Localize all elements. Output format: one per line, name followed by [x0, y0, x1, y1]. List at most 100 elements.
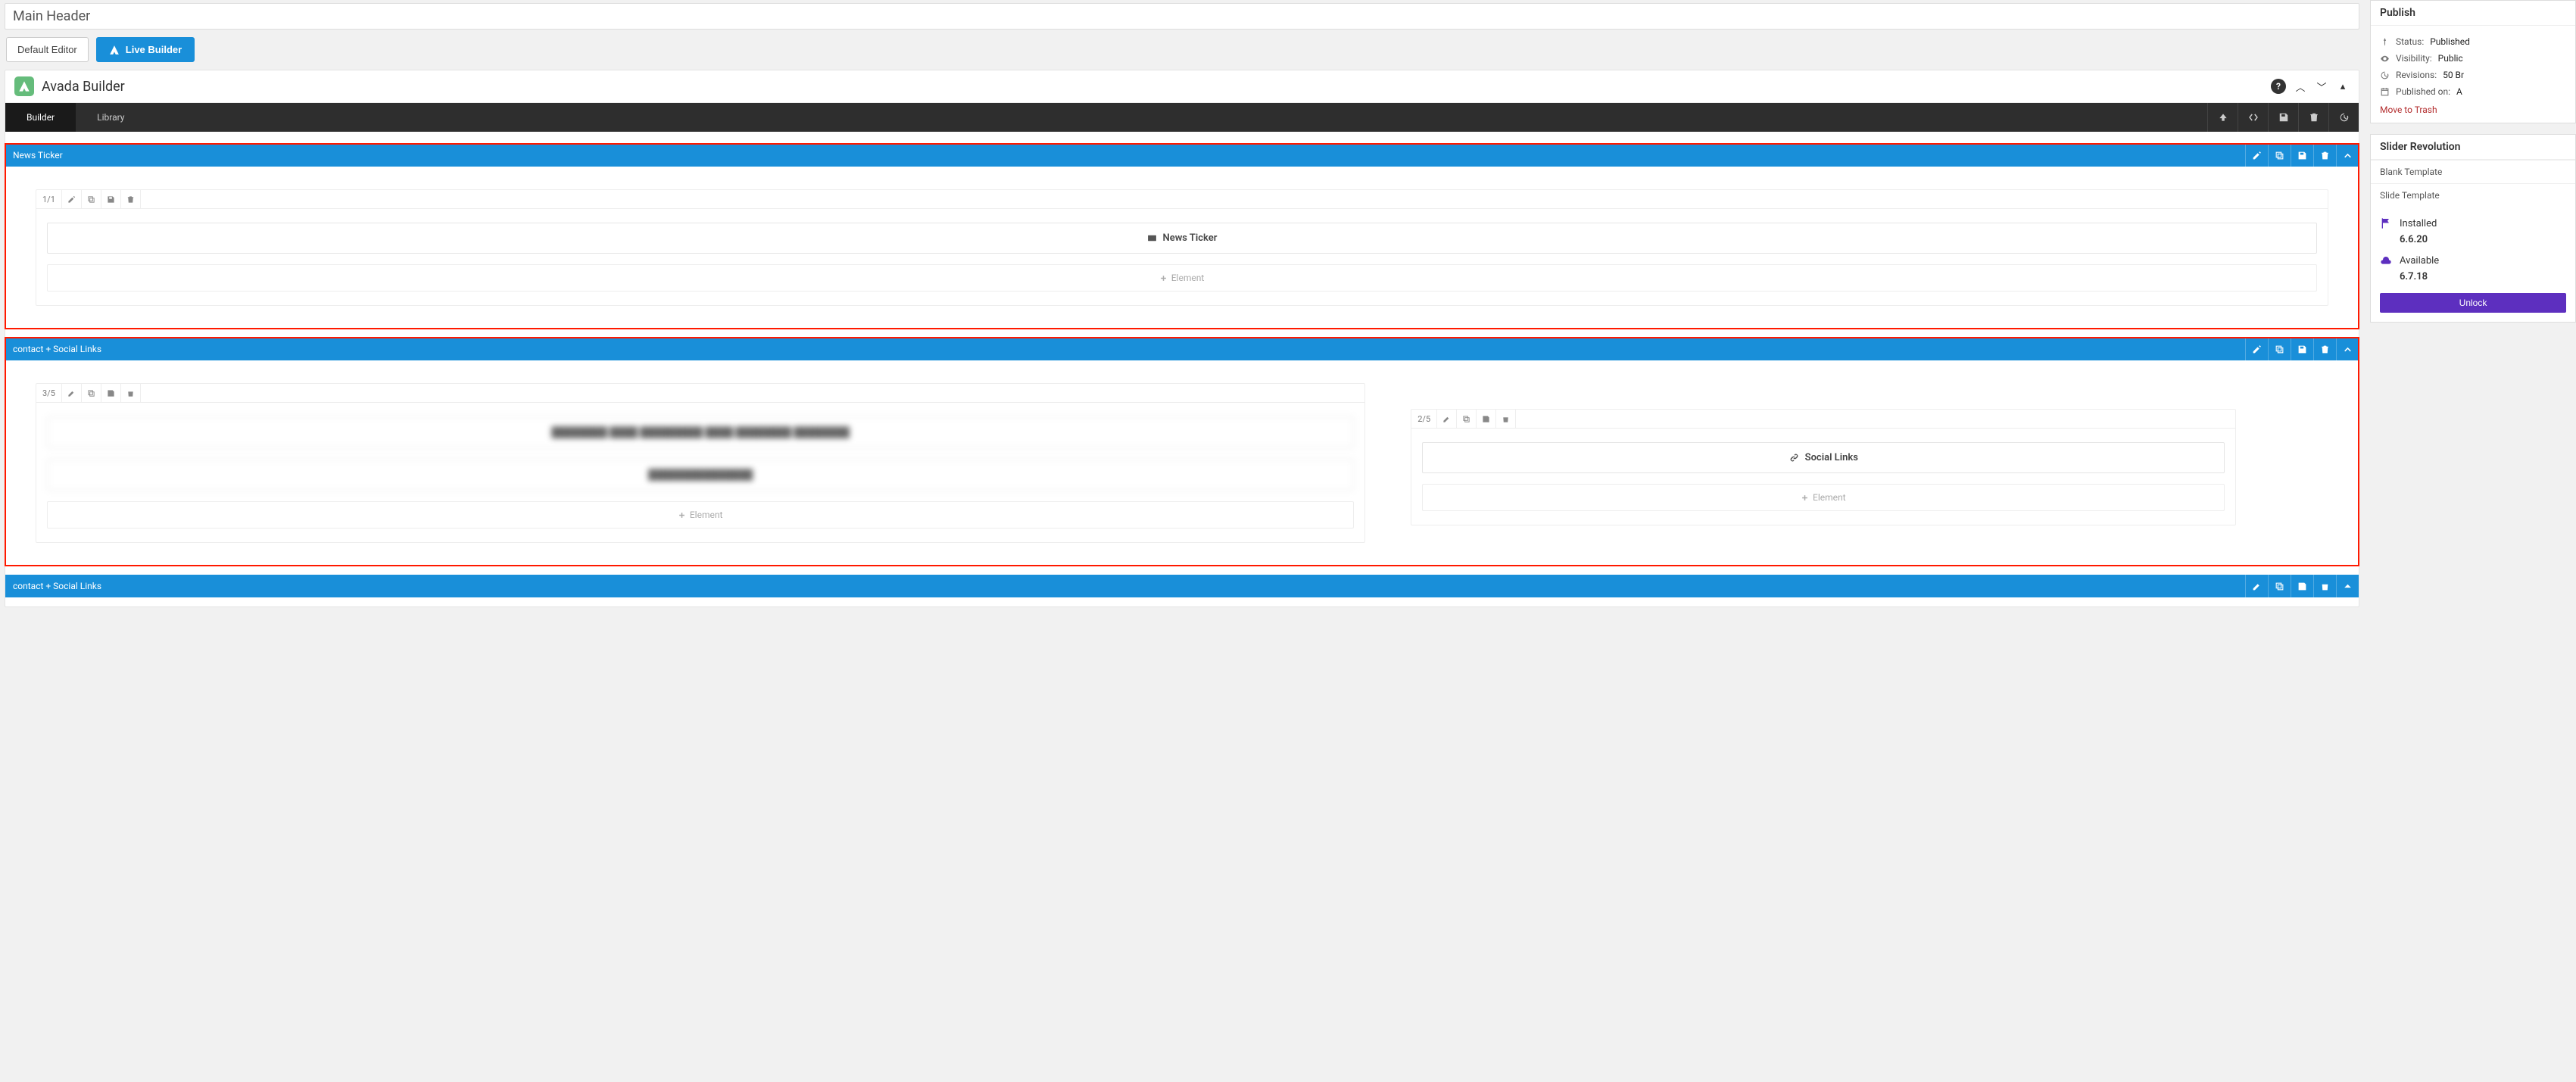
builder-header: Avada Builder ? ︿ ﹀ ▴ — [5, 70, 2359, 103]
trash-icon[interactable] — [121, 384, 141, 402]
flag-icon — [2380, 217, 2392, 229]
caret-icon[interactable]: ▴ — [2336, 80, 2350, 93]
tab-library[interactable]: Library — [76, 103, 145, 132]
trash-icon[interactable] — [2313, 338, 2336, 360]
available-label: Available — [2400, 255, 2566, 267]
edit-icon[interactable] — [2245, 575, 2268, 597]
container-bar[interactable]: contact + Social Links — [5, 338, 2359, 360]
add-element-label: Element — [1171, 273, 1205, 283]
collapse-icon[interactable] — [2336, 144, 2359, 167]
calendar-icon — [2380, 87, 2390, 97]
status-row: Status: Published — [2380, 33, 2566, 50]
element-text-blurred[interactable]: ███████████████ — [47, 459, 1354, 491]
status-label: Status: — [2396, 36, 2424, 47]
editor-toolbar: Default Editor Live Builder — [0, 30, 2364, 70]
container-contact-social: contact + Social Links — [5, 338, 2359, 566]
add-element-button[interactable]: Element — [47, 501, 1354, 529]
save-icon[interactable] — [1477, 410, 1496, 428]
installed-version-row: Installed — [2371, 213, 2575, 234]
clone-icon[interactable] — [2268, 144, 2291, 167]
status-value[interactable]: Published — [2430, 36, 2470, 47]
edit-icon[interactable] — [62, 190, 82, 208]
default-editor-button[interactable]: Default Editor — [6, 37, 89, 62]
slide-template-link[interactable]: Slide Template — [2371, 183, 2575, 207]
blank-template-link[interactable]: Blank Template — [2371, 160, 2575, 183]
available-version: 6.7.18 — [2400, 271, 2428, 282]
available-version-row: Available — [2371, 250, 2575, 271]
installed-version: 6.6.20 — [2400, 234, 2428, 245]
collapse-icon[interactable] — [2336, 575, 2359, 597]
save-icon[interactable] — [2291, 575, 2313, 597]
move-to-trash-link[interactable]: Move to Trash — [2380, 104, 2437, 115]
revisions-label: Revisions: — [2396, 70, 2437, 80]
container-label: contact + Social Links — [13, 344, 101, 354]
column-fraction[interactable]: 3/5 — [36, 384, 62, 402]
page-title-input[interactable]: Main Header — [5, 3, 2359, 30]
published-value[interactable]: A — [2456, 86, 2462, 97]
pin-icon — [2380, 37, 2390, 47]
clone-icon[interactable] — [2268, 575, 2291, 597]
unlock-button[interactable]: Unlock — [2380, 293, 2566, 313]
published-label: Published on: — [2396, 86, 2450, 97]
collapse-up-icon[interactable]: ︿ — [2294, 80, 2307, 93]
plus-icon — [678, 512, 685, 519]
element-news-ticker[interactable]: News Ticker — [47, 223, 2317, 254]
revisions-row: Revisions: 50 Br — [2380, 67, 2566, 83]
element-social-links[interactable]: Social Links — [1422, 442, 2225, 473]
clone-icon[interactable] — [2268, 338, 2291, 360]
container-label: News Ticker — [13, 150, 63, 161]
element-label: News Ticker — [1163, 232, 1218, 244]
avada-icon — [109, 45, 120, 55]
column-fraction[interactable]: 1/1 — [36, 190, 62, 208]
plus-icon — [1160, 275, 1167, 282]
tab-builder[interactable]: Builder — [5, 103, 76, 132]
help-icon[interactable]: ? — [2271, 79, 2286, 94]
container-bar[interactable]: News Ticker — [5, 144, 2359, 167]
add-element-button[interactable]: Element — [1422, 484, 2225, 511]
edit-icon[interactable] — [62, 384, 82, 402]
trash-icon[interactable] — [2313, 575, 2336, 597]
clone-icon[interactable] — [82, 190, 101, 208]
save-icon[interactable] — [2291, 338, 2313, 360]
collapse-icon[interactable] — [2336, 338, 2359, 360]
save-icon[interactable] — [101, 190, 121, 208]
save-icon[interactable] — [2291, 144, 2313, 167]
trash-icon[interactable] — [2298, 103, 2328, 132]
edit-icon[interactable] — [2245, 144, 2268, 167]
publish-title: Publish — [2371, 1, 2575, 26]
container-bar[interactable]: contact + Social Links — [5, 575, 2359, 597]
trash-icon[interactable] — [2313, 144, 2336, 167]
clone-icon[interactable] — [1457, 410, 1477, 428]
avada-logo-icon — [14, 76, 34, 96]
code-icon[interactable] — [2238, 103, 2268, 132]
collapse-down-icon[interactable]: ﹀ — [2315, 80, 2328, 93]
edit-icon[interactable] — [2245, 338, 2268, 360]
live-builder-button[interactable]: Live Builder — [96, 37, 195, 62]
visibility-row: Visibility: Public — [2380, 50, 2566, 67]
revisions-value[interactable]: 50 Br — [2443, 70, 2464, 80]
container-contact-social-2: contact + Social Links — [5, 575, 2359, 597]
history-icon[interactable] — [2328, 103, 2359, 132]
slider-revolution-box: Slider Revolution Blank Template Slide T… — [2370, 134, 2576, 323]
builder-title: Avada Builder — [42, 79, 125, 95]
element-text-blurred[interactable]: ████████ ████ █████████ ████ ████████ ██… — [47, 416, 1354, 448]
add-element-label: Element — [690, 510, 723, 520]
plus-icon — [1801, 494, 1808, 501]
sidebar: Publish Status: Published Visibility: Pu… — [2364, 0, 2576, 1082]
save-icon[interactable] — [2268, 103, 2298, 132]
builder-canvas: News Ticker 1/1 — [5, 132, 2359, 597]
cloud-icon — [2380, 254, 2392, 267]
trash-icon[interactable] — [1496, 410, 1516, 428]
container-label: contact + Social Links — [13, 581, 101, 591]
add-element-button[interactable]: Element — [47, 264, 2317, 292]
installed-label: Installed — [2400, 218, 2566, 229]
trash-icon[interactable] — [121, 190, 141, 208]
builder-tabstrip: Builder Library — [5, 103, 2359, 132]
visibility-value[interactable]: Public — [2438, 53, 2463, 64]
save-icon[interactable] — [101, 384, 121, 402]
clone-icon[interactable] — [82, 384, 101, 402]
edit-icon[interactable] — [1437, 410, 1457, 428]
layout-up-icon[interactable] — [2207, 103, 2238, 132]
column-fraction[interactable]: 2/5 — [1411, 410, 1437, 428]
element-label: Social Links — [1805, 452, 1858, 463]
